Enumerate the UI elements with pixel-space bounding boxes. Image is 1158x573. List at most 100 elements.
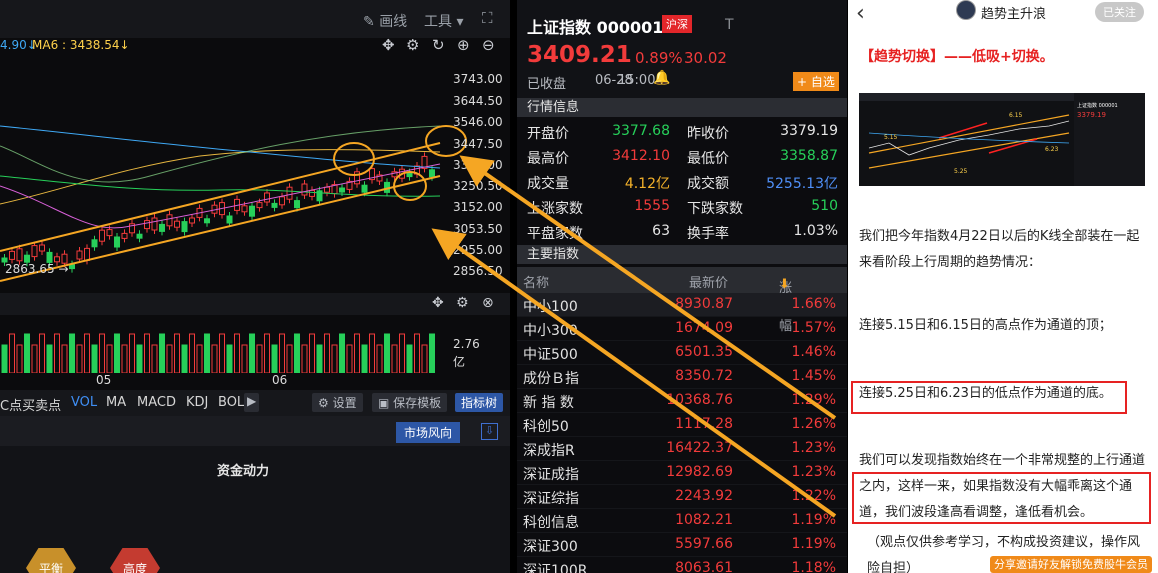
add-watchlist-button[interactable]: + 自选: [793, 72, 839, 91]
index-name-cell: 中小300: [523, 323, 578, 339]
bell-icon[interactable]: 🔔: [653, 70, 670, 86]
indicator-tab[interactable]: BOL: [218, 395, 244, 410]
ma6-value: MA6 : 3438.54↓: [32, 38, 130, 52]
fullscreen-icon[interactable]: ⛶: [482, 9, 493, 27]
info-value: 5255.13亿: [766, 176, 838, 192]
author-name[interactable]: 趋势主升浪: [981, 3, 1046, 22]
chart-toolbar: ✎ 画线 工具 ▾ ⛶: [0, 0, 510, 38]
close-icon[interactable]: ⊗: [482, 295, 494, 311]
high-point-circle: [333, 142, 375, 176]
index-change-cell: 1.18%: [791, 560, 836, 573]
candle-body: [9, 250, 15, 260]
volume-bar: [346, 344, 353, 373]
index-change-cell: 1.66%: [791, 296, 836, 312]
index-price-cell: 8063.61: [675, 560, 733, 573]
index-row[interactable]: 深证成指 12982.69 1.23%: [517, 461, 847, 485]
settings-button[interactable]: ⚙ 设置: [312, 393, 363, 412]
index-name-cell: 深证300: [523, 539, 578, 555]
move-icon[interactable]: ✥: [432, 295, 444, 311]
candle-body: [76, 250, 83, 260]
index-row[interactable]: 科创信息 1082.21 1.19%: [517, 509, 847, 533]
info-value: 4.12亿: [624, 176, 670, 192]
index-name-cell: 深证成指: [523, 467, 579, 483]
volume-bar: [294, 333, 300, 373]
thumb-label: 6.23: [1045, 146, 1059, 153]
chart-thumbnail[interactable]: 5.15 6.15 6.23 5.25 上证指数 000001 3379.19: [859, 93, 1145, 186]
indicator-tab[interactable]: KDJ: [186, 395, 208, 410]
candle-body: [429, 169, 435, 178]
index-change-cell: 1.19%: [791, 536, 836, 552]
index-price-cell: 1082.21: [675, 512, 733, 528]
volume-bar: [219, 333, 225, 373]
volume-bar: [54, 333, 60, 373]
volume-bar: [151, 344, 158, 373]
refresh-icon[interactable]: ↻: [432, 36, 445, 54]
follow-button[interactable]: 已关注: [1095, 2, 1144, 22]
col-price[interactable]: 最新价: [689, 272, 728, 291]
gear-icon[interactable]: ⚙: [456, 295, 469, 311]
volume-bar: [9, 333, 15, 373]
current-price: 3409.21: [527, 42, 632, 68]
index-change-cell: 1.23%: [791, 440, 836, 456]
index-change-cell: 1.23%: [791, 464, 836, 480]
volume-bar: [286, 344, 293, 373]
index-row[interactable]: 深证300 5597.66 1.19%: [517, 533, 847, 557]
volume-bar: [271, 344, 278, 373]
gear-icon[interactable]: ⚙: [406, 36, 419, 54]
market-wind-button[interactable]: 市场风向: [396, 422, 461, 443]
indicator-bar: C点买卖点 VOL MA MACD KDJ BOL ▶ ⚙ 设置 ▣ 保存模板 …: [0, 390, 510, 416]
index-row[interactable]: 深证综指 2243.92 1.22%: [517, 485, 847, 509]
indicator-tab-vol[interactable]: VOL: [71, 395, 97, 410]
candle-body: [264, 192, 270, 203]
indicator-tab[interactable]: C点买卖点: [0, 395, 61, 414]
candle-body: [166, 214, 173, 227]
index-row[interactable]: 中小300 1674.09 1.57%: [517, 317, 847, 341]
indicator-tree-button[interactable]: 指标树: [455, 393, 504, 412]
volume-bar: [69, 333, 75, 373]
volume-bar: [279, 333, 285, 373]
draw-line-button[interactable]: ✎ 画线: [363, 11, 407, 31]
volume-bar: [384, 333, 390, 373]
move-icon[interactable]: ✥: [382, 36, 395, 54]
index-row[interactable]: 深证100R 8063.61 1.18%: [517, 557, 847, 573]
index-row[interactable]: 新 指 数 10368.76 1.29%: [517, 389, 847, 413]
save-template-button[interactable]: ▣ 保存模板: [372, 393, 448, 412]
candle-body: [279, 196, 285, 206]
zoom-in-icon[interactable]: ⊕: [457, 36, 470, 54]
thumb-label: 5.15: [884, 134, 898, 141]
col-name[interactable]: 名称: [523, 272, 549, 291]
volume-bar: [136, 344, 143, 373]
index-row[interactable]: 深成指R 16422.37 1.23%: [517, 437, 847, 461]
candle-body: [241, 205, 248, 213]
tools-menu[interactable]: 工具 ▾: [424, 11, 463, 31]
candle-body: [204, 218, 210, 224]
volume-panel-header: ✥ ⚙ ⊗: [0, 293, 510, 315]
index-price-cell: 12982.69: [666, 464, 733, 480]
info-label: 下跌家数: [687, 201, 743, 217]
quote-panel: 上证指数 000001 沪深 T 3409.21 0.89% 30.02 已收盘…: [517, 0, 847, 573]
indicator-tab[interactable]: MA: [106, 395, 126, 410]
index-change-cell: 1.29%: [791, 392, 836, 408]
volume-bar: [144, 333, 150, 373]
share-invite-button[interactable]: 分享邀请好友解锁免费股牛会员: [990, 556, 1152, 573]
index-row[interactable]: 中小100 8930.87 1.66%: [517, 293, 847, 317]
index-change-cell: 1.46%: [791, 344, 836, 360]
index-row[interactable]: 科创50 1117.28 1.26%: [517, 413, 847, 437]
index-row[interactable]: 中证500 6501.35 1.46%: [517, 341, 847, 365]
candle-body: [294, 200, 300, 209]
volume-bar: [249, 333, 255, 373]
avatar[interactable]: [956, 0, 976, 20]
back-arrow-icon[interactable]: ‹: [856, 1, 865, 26]
indicator-next-button[interactable]: ▶: [244, 393, 260, 412]
price-tick: 3349.00: [453, 158, 503, 172]
index-change-cell: 1.22%: [791, 488, 836, 504]
volume-bar: [406, 344, 413, 373]
price-tick: 3447.50: [453, 137, 503, 151]
zoom-out-icon[interactable]: ⊖: [482, 36, 495, 54]
volume-bar: [256, 344, 263, 373]
indicator-tab[interactable]: MACD: [137, 395, 176, 410]
volume-bar: [114, 333, 120, 373]
index-price-cell: 6501.35: [675, 344, 733, 360]
index-row[interactable]: 成份Ｂ指 8350.72 1.45%: [517, 365, 847, 389]
download-icon[interactable]: ⇩: [481, 423, 498, 440]
